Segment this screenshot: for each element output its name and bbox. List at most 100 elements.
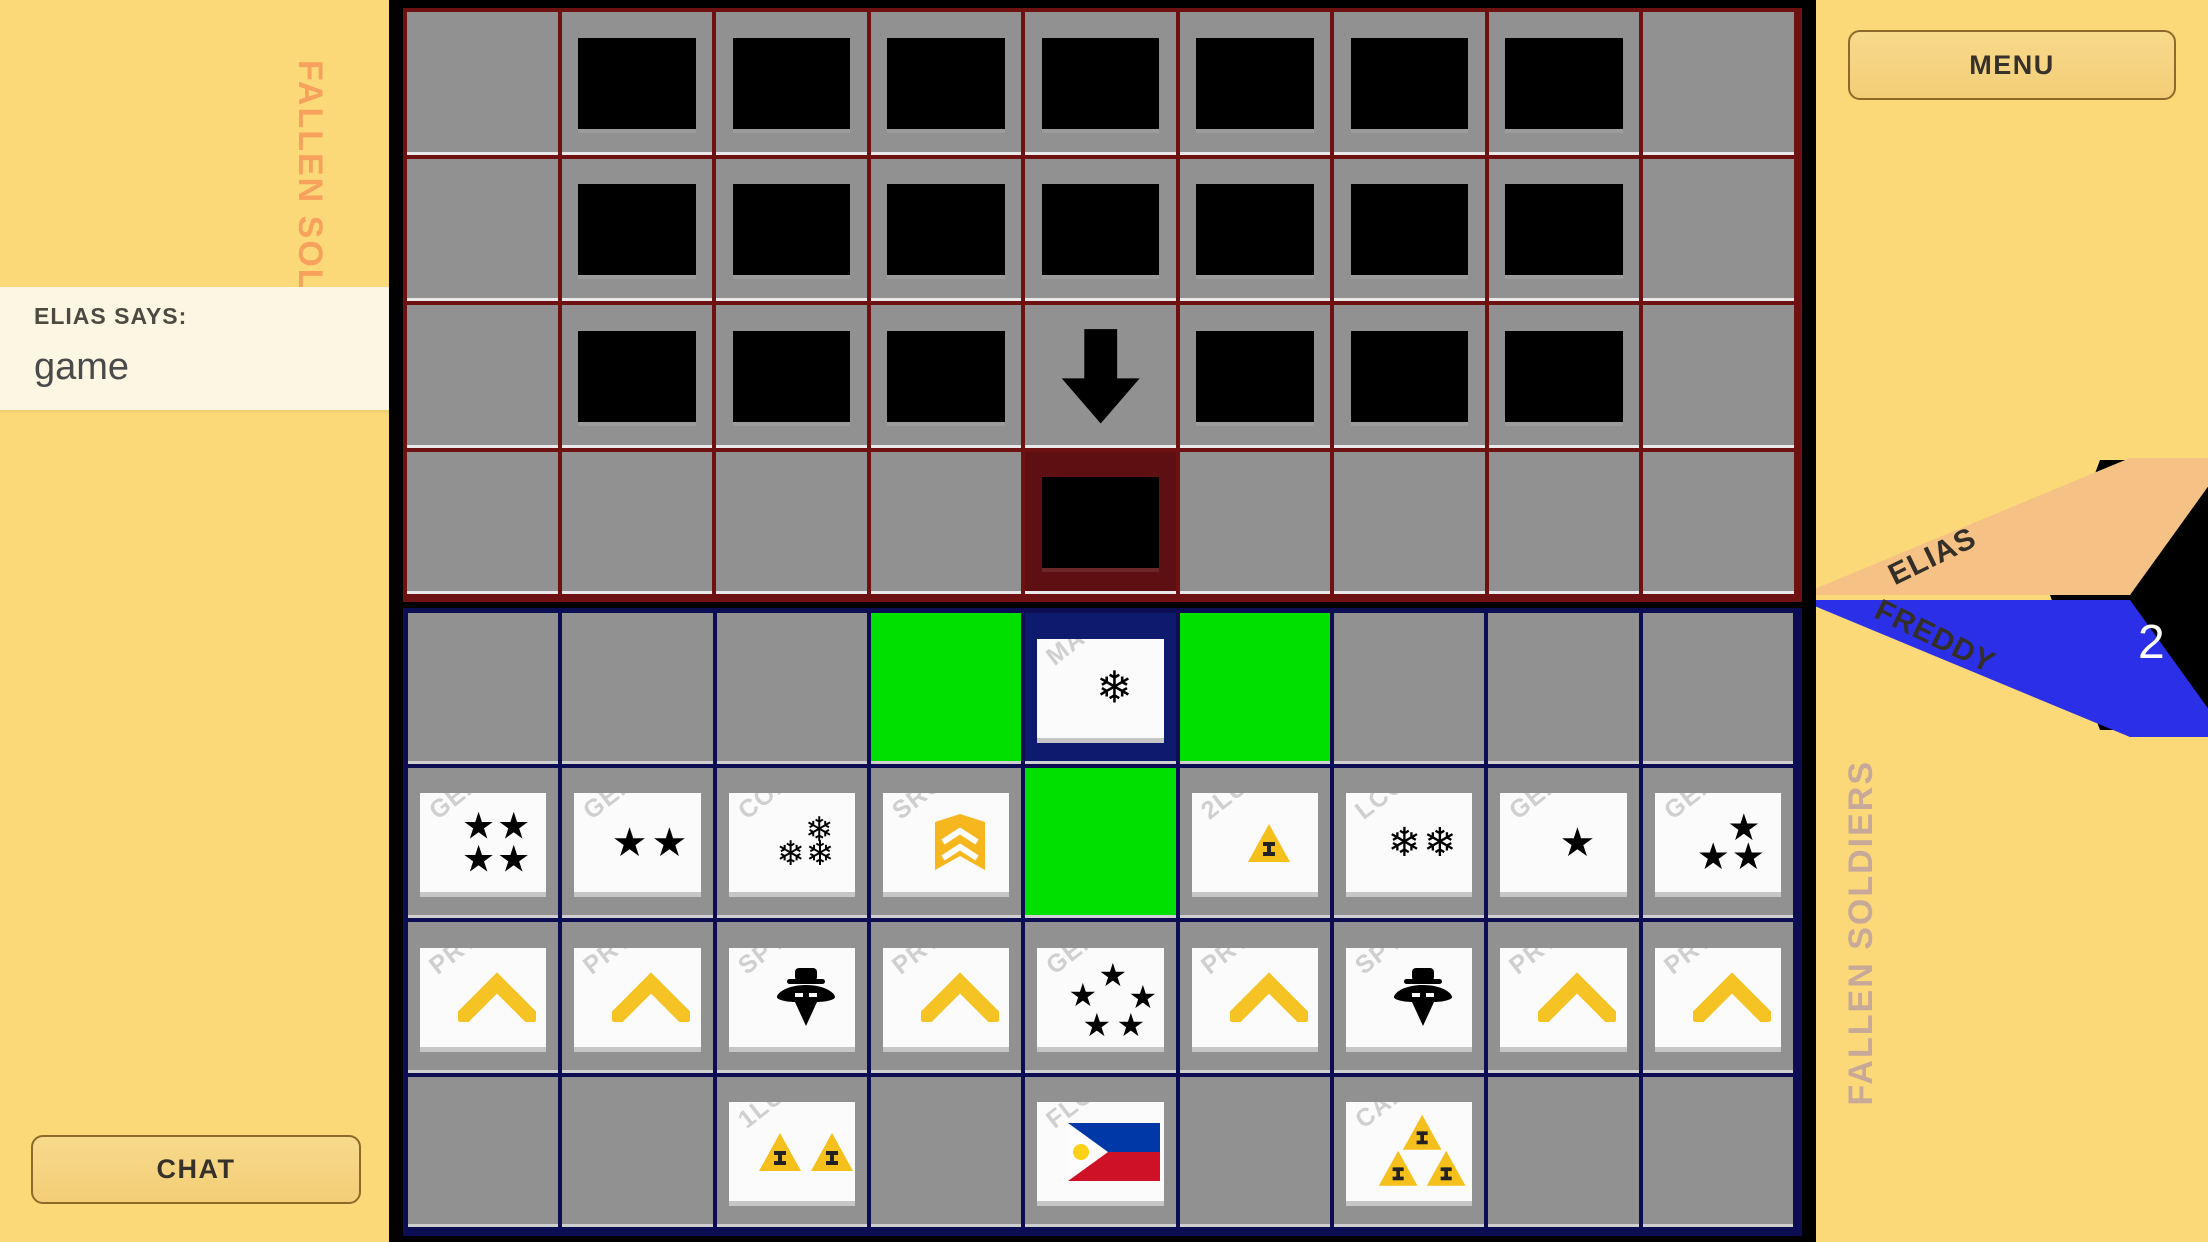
game-piece[interactable]: GEN ★ ★★ (1654, 793, 1781, 893)
player-piece-cell[interactable]: SPY (1333, 922, 1489, 1077)
game-piece[interactable]: LCO ❄❄ (1346, 793, 1473, 893)
enemy-empty-cell[interactable] (1643, 305, 1798, 452)
facedown-card[interactable] (578, 184, 696, 276)
facedown-card[interactable] (1350, 37, 1469, 129)
game-piece[interactable]: PRV (574, 947, 701, 1047)
game-piece[interactable]: GEN ★ ★ ★ ★ ★ (1037, 947, 1164, 1047)
player-piece-cell[interactable]: 1LU (716, 1076, 871, 1231)
enemy-facedown-piece[interactable] (1025, 12, 1180, 159)
facedown-card[interactable] (1041, 184, 1160, 276)
valid-move-cell[interactable] (870, 613, 1026, 768)
enemy-empty-cell[interactable] (1334, 451, 1489, 598)
enemy-empty-cell[interactable] (1643, 451, 1798, 598)
menu-button[interactable]: MENU (1848, 30, 2176, 100)
enemy-facedown-piece[interactable] (561, 305, 717, 452)
facedown-card[interactable] (1196, 330, 1314, 422)
enemy-empty-cell[interactable] (1488, 451, 1644, 598)
enemy-empty-cell[interactable] (407, 158, 562, 305)
player-piece-cell[interactable]: GEN ★ ★★ (1642, 767, 1797, 922)
enemy-empty-cell[interactable] (1179, 451, 1335, 598)
enemy-empty-cell[interactable] (870, 451, 1026, 598)
facedown-card[interactable] (887, 37, 1005, 129)
valid-move-cell[interactable] (1025, 767, 1180, 922)
player-piece-cell[interactable]: SRG (870, 767, 1026, 922)
enemy-facedown-piece[interactable] (716, 158, 871, 305)
facedown-card[interactable] (1041, 477, 1160, 569)
enemy-empty-cell[interactable] (407, 305, 562, 452)
enemy-piece-last-moved[interactable] (1025, 451, 1180, 598)
game-piece[interactable]: SPY (728, 947, 855, 1047)
game-piece[interactable]: 1LU (728, 1102, 855, 1202)
enemy-empty-cell[interactable] (407, 451, 562, 598)
facedown-card[interactable] (732, 184, 851, 276)
player-piece-cell[interactable]: PRV (870, 922, 1026, 1077)
game-piece[interactable]: SPY (1346, 947, 1473, 1047)
player-empty-cell[interactable] (1488, 1076, 1643, 1231)
player-piece-cell[interactable]: GEN ★ ★ ★ ★ ★ (1025, 922, 1180, 1077)
player-piece-cell[interactable]: PRV (1179, 922, 1334, 1077)
enemy-empty-cell[interactable] (407, 12, 562, 159)
player-piece-cell[interactable]: GEN ★★ ★★ (408, 767, 563, 922)
enemy-facedown-piece[interactable] (1179, 158, 1335, 305)
player-empty-cell[interactable] (1642, 1076, 1797, 1231)
player-empty-cell[interactable] (1488, 613, 1643, 768)
chat-button[interactable]: CHAT (31, 1135, 361, 1204)
enemy-facedown-piece[interactable] (1488, 158, 1644, 305)
player-piece-cell[interactable]: PRV (562, 922, 717, 1077)
enemy-facedown-piece[interactable] (1334, 158, 1489, 305)
enemy-facedown-piece[interactable] (1334, 12, 1489, 159)
player-piece-cell[interactable]: SPY (716, 922, 871, 1077)
player-piece-cell[interactable]: FLG (1025, 1076, 1180, 1231)
player-piece-cell[interactable]: 2LU (1179, 767, 1334, 922)
facedown-card[interactable] (578, 37, 696, 129)
player-piece-cell[interactable]: LCO ❄❄ (1333, 767, 1489, 922)
game-piece[interactable]: GEN ★ (1500, 793, 1627, 893)
enemy-facedown-piece[interactable] (870, 158, 1026, 305)
facedown-card[interactable] (1505, 37, 1623, 129)
facedown-card[interactable] (887, 184, 1005, 276)
player-empty-cell[interactable] (870, 1076, 1026, 1231)
valid-move-cell[interactable] (1179, 613, 1334, 768)
enemy-facedown-piece[interactable] (716, 305, 871, 452)
player-empty-cell[interactable] (1642, 613, 1797, 768)
player-empty-cell[interactable] (1179, 1076, 1334, 1231)
player-piece-cell[interactable]: GEN ★ (1488, 767, 1643, 922)
enemy-facedown-piece[interactable] (1025, 158, 1180, 305)
player-empty-cell[interactable] (562, 1076, 717, 1231)
game-piece[interactable]: MAJ ❄ (1037, 638, 1164, 738)
enemy-facedown-piece[interactable] (870, 305, 1026, 452)
last-move-direction-cell[interactable] (1025, 305, 1180, 452)
player-piece-cell[interactable]: PRV (408, 922, 563, 1077)
game-piece[interactable]: FLG (1037, 1102, 1164, 1202)
player-empty-cell[interactable] (1333, 613, 1489, 768)
facedown-card[interactable] (578, 330, 696, 422)
enemy-facedown-piece[interactable] (1179, 12, 1335, 159)
facedown-card[interactable] (1196, 37, 1314, 129)
facedown-card[interactable] (732, 37, 851, 129)
facedown-card[interactable] (1196, 184, 1314, 276)
enemy-empty-cell[interactable] (1643, 158, 1798, 305)
game-piece[interactable]: PRV (883, 947, 1010, 1047)
facedown-card[interactable] (1505, 330, 1623, 422)
game-piece[interactable]: GEN ★★ ★★ (420, 793, 547, 893)
enemy-facedown-piece[interactable] (561, 158, 717, 305)
game-piece[interactable]: 2LU (1191, 793, 1318, 893)
game-piece[interactable]: PRV (1654, 947, 1781, 1047)
game-piece[interactable]: PRV (1191, 947, 1318, 1047)
player-piece-cell[interactable]: PRV (1488, 922, 1643, 1077)
game-piece[interactable]: SRG (883, 793, 1010, 893)
enemy-facedown-piece[interactable] (870, 12, 1026, 159)
player-empty-cell[interactable] (716, 613, 871, 768)
facedown-card[interactable] (732, 330, 851, 422)
enemy-empty-cell[interactable] (716, 451, 871, 598)
player-piece-cell[interactable]: COL ❄ ❄❄ (716, 767, 871, 922)
player-empty-cell[interactable] (408, 1076, 563, 1231)
game-piece[interactable]: GEN ★★ (574, 793, 701, 893)
facedown-card[interactable] (887, 330, 1005, 422)
enemy-facedown-piece[interactable] (561, 12, 717, 159)
player-piece-cell[interactable]: PRV (1642, 922, 1797, 1077)
enemy-facedown-piece[interactable] (716, 12, 871, 159)
facedown-card[interactable] (1041, 37, 1160, 129)
enemy-facedown-piece[interactable] (1334, 305, 1489, 452)
enemy-empty-cell[interactable] (561, 451, 717, 598)
